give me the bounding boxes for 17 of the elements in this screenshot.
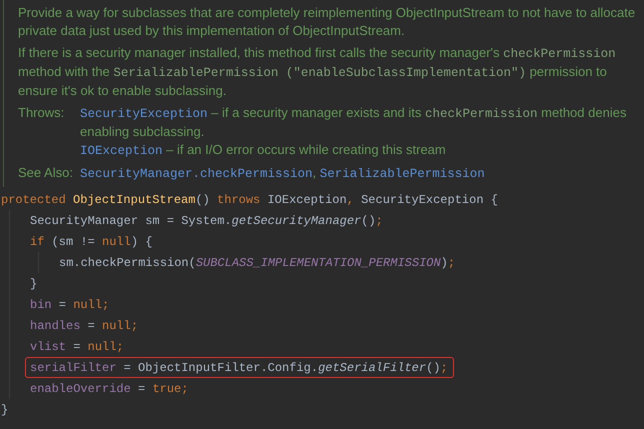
doc-paragraph: If there is a security manager installed, this method first calls the security manager's checkPermission method with the SerializablePermission ("enableSubclassImplementation") permission to ensure it's ok to enable subclassing. xyxy=(18,44,617,100)
code-line: SecurityManager sm = System.getSecurityManager(); xyxy=(29,213,384,230)
code-line: if (sm != null) { xyxy=(29,234,154,251)
code-line: } xyxy=(0,402,10,419)
section-label: See Also: xyxy=(18,164,74,182)
code-line: bin = null; xyxy=(29,297,110,314)
section-entry: SecurityManager.checkPermission, SerializablePermission xyxy=(80,164,486,183)
code-line: } xyxy=(29,276,38,293)
code-line: protected ObjectInputStream() throws IOException, SecurityException { xyxy=(0,192,499,209)
doc-paragraph: Provide a way for subclasses that are completely reimplementing ObjectInputStream to not have to allocate private data just used by this implementation of ObjectInputStream. xyxy=(18,4,636,40)
section-entry: IOException – if an I/O error occurs while creating this stream xyxy=(80,141,447,160)
section-entry: SecurityException – if a security manager exists and its checkPermission method denies enabling subclassing. xyxy=(80,104,628,141)
code-line: enableOverride = true; xyxy=(29,381,190,398)
code-line: vlist = null; xyxy=(29,339,125,356)
section-label: Throws: xyxy=(18,104,66,122)
code-line: sm.checkPermission(SUBCLASS_IMPLEMENTATION_PERMISSION); xyxy=(58,255,456,272)
code-line: handles = null; xyxy=(29,318,140,335)
